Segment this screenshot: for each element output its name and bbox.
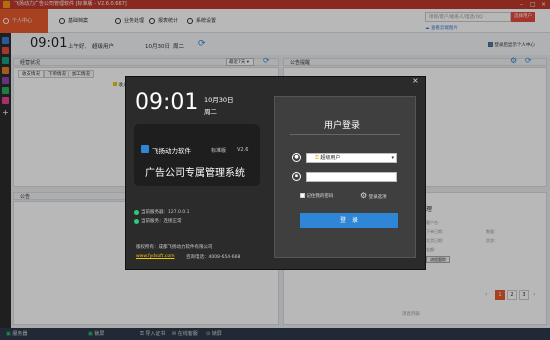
- copyright: 版权所有：成都飞扬动力软件有限公司: [136, 245, 213, 250]
- brand-name: 飞扬动力软件: [152, 147, 191, 155]
- password-lock-icon: ▪: [292, 172, 301, 181]
- key-user-icon: ⚿: [315, 155, 319, 161]
- hotline: 咨询电话：4008-654-668: [186, 255, 241, 260]
- dialog-weekday: 周二: [204, 108, 217, 116]
- dialog-close-icon[interactable]: ×: [412, 76, 419, 85]
- service-ok-icon: [134, 219, 139, 224]
- remember-checkbox-icon: [300, 193, 305, 198]
- product-name: 广告公司专属管理系统: [145, 168, 245, 179]
- brand-logo-icon: [141, 145, 149, 153]
- dialog-date: 10月30日: [204, 96, 234, 104]
- password-field[interactable]: [306, 172, 397, 182]
- edition-label: 标准版: [211, 148, 227, 154]
- server-address: 当前服务器：127.0.0.1: [141, 210, 190, 215]
- gear-options-icon: ⚙: [360, 191, 368, 200]
- username-chevron-icon: ▾: [391, 155, 394, 161]
- website-link[interactable]: www.fydsoft.com: [136, 254, 175, 259]
- service-status: 当前服务：连接正常: [141, 219, 182, 224]
- version-label: V2.6: [237, 147, 249, 153]
- login-options-button[interactable]: ⚙ 登录选项: [360, 191, 387, 200]
- login-button[interactable]: 登 录: [300, 213, 398, 228]
- remember-password-checkbox[interactable]: 记住我的密码: [300, 193, 333, 199]
- username-select[interactable]: ⚿ 超级用户 ▾: [306, 153, 397, 163]
- login-title: 用户登录: [324, 121, 361, 131]
- user-avatar-icon: ●: [292, 153, 301, 162]
- dialog-clock: 09:01: [135, 90, 199, 115]
- login-title-divider: [290, 134, 400, 135]
- server-ok-icon: [134, 210, 139, 215]
